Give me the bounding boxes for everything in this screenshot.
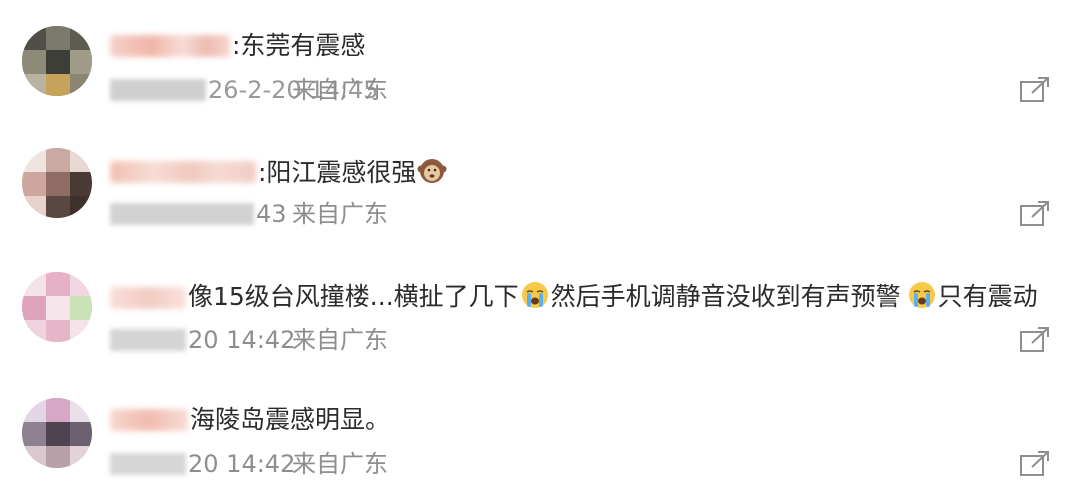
comment-item: 像15级台风撞楼...横扯了几下 然后手机调静音没收到有声预警 只有震动 20 … xyxy=(0,250,1080,360)
time-partial: 20 14:42 xyxy=(188,450,296,478)
comment-text-main: :阳江震感很强 xyxy=(258,158,417,187)
username[interactable] xyxy=(110,409,188,431)
username[interactable] xyxy=(110,35,230,57)
comment-item: 海陵岛震感明显。 20 14:42 来自广东 xyxy=(0,374,1080,484)
crying-face-icon xyxy=(908,282,935,308)
username[interactable] xyxy=(110,287,186,309)
timestamp-blurred xyxy=(110,203,254,225)
comment-item: :东莞有震感 26-2-20 14:45 来自广东 xyxy=(0,0,1080,110)
comment-text: :东莞有震感 xyxy=(232,31,366,60)
avatar[interactable] xyxy=(22,26,92,96)
time-partial: 20 14:42 xyxy=(188,326,296,354)
comment-text-part-3: 只有震动 xyxy=(937,282,1038,311)
comment-text-part-2: 然后手机调静音没收到有声预警 xyxy=(550,282,901,311)
timestamp-blurred xyxy=(110,79,206,101)
share-icon[interactable] xyxy=(1018,200,1052,228)
location: 来自广东 xyxy=(292,326,388,354)
location: 来自广东 xyxy=(292,450,388,478)
comment-item: :阳江震感很强 43 来自广东 xyxy=(0,124,1080,234)
share-icon[interactable] xyxy=(1018,76,1052,104)
crying-face-icon xyxy=(521,282,548,308)
username[interactable] xyxy=(110,161,256,183)
avatar[interactable] xyxy=(22,272,92,342)
timestamp-blurred xyxy=(110,329,186,351)
comment-text: 像15级台风撞楼...横扯了几下 然后手机调静音没收到有声预警 只有震动 xyxy=(188,280,1038,312)
time-partial: 43 xyxy=(256,200,287,228)
timestamp: 43 xyxy=(256,199,287,229)
location: 来自广东 xyxy=(292,76,388,104)
timestamp: 20 14:42 xyxy=(188,325,295,355)
avatar[interactable] xyxy=(22,148,92,218)
timestamp: 20 14:42 xyxy=(188,449,295,479)
timestamp-blurred xyxy=(110,453,186,475)
share-icon[interactable] xyxy=(1018,326,1052,354)
avatar[interactable] xyxy=(22,398,92,468)
share-icon[interactable] xyxy=(1018,450,1052,478)
see-no-evil-monkey-icon xyxy=(417,159,447,183)
location: 来自广东 xyxy=(292,200,388,228)
comment-text: 海陵岛震感明显。 xyxy=(190,405,391,434)
comment-text: :阳江震感很强 xyxy=(258,156,448,188)
comment-text-part-1: 像15级台风撞楼...横扯了几下 xyxy=(188,282,519,311)
